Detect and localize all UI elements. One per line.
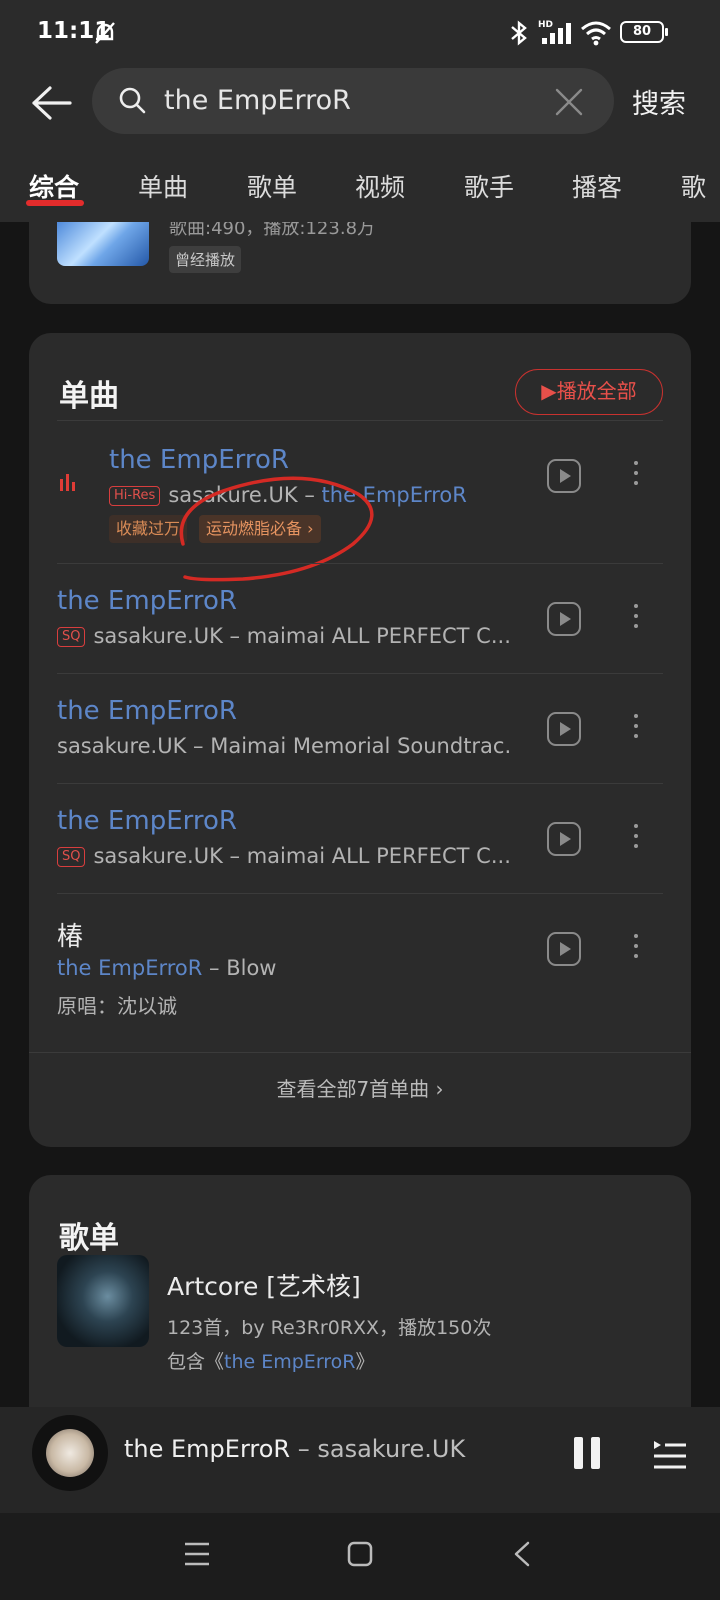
more-icon[interactable] bbox=[633, 604, 639, 632]
mv-play-button[interactable] bbox=[547, 932, 581, 966]
now-playing-artist: sasakure.UK bbox=[317, 1435, 466, 1463]
system-nav-bar bbox=[0, 1513, 720, 1600]
wifi-icon bbox=[581, 21, 611, 46]
tab-songs-label[interactable]: 单曲 bbox=[138, 168, 188, 204]
song-artist: sasakure.UK bbox=[93, 844, 223, 868]
result-tabs-front: 综合 单曲 歌单 视频 歌手 播客 歌 bbox=[0, 144, 720, 222]
view-all-label: 查看全部7首单曲 bbox=[276, 1077, 430, 1101]
song-album: Maimai Memorial Soundtrac... bbox=[210, 734, 511, 758]
includes-prefix: 包含《 bbox=[167, 1351, 225, 1373]
tab-podcasts-label[interactable]: 播客 bbox=[572, 168, 622, 204]
song-title: the EmpErroR bbox=[57, 586, 237, 616]
play-all-button[interactable]: ▶播放全部 bbox=[515, 369, 663, 415]
hd-signal-icon: HD bbox=[538, 20, 571, 44]
now-playing-title: the EmpErroR bbox=[124, 1435, 291, 1463]
song-original-artist: 原唱：沈以诚 bbox=[57, 994, 177, 1018]
includes-song: the EmpErroR bbox=[224, 1351, 356, 1373]
menu-icon[interactable] bbox=[183, 1541, 211, 1567]
song-title: the EmpErroR bbox=[57, 696, 237, 726]
chevron-right-icon: › bbox=[435, 1077, 444, 1101]
song-row[interactable]: 椿 the EmpErroR – Blow 原唱：沈以诚 bbox=[29, 894, 691, 1052]
tab-more-label[interactable]: 歌 bbox=[681, 168, 706, 204]
playlists-card: 歌单 Artcore [艺术核] 123首，by Re3Rr0RXX，播放150… bbox=[29, 1175, 691, 1435]
song-row[interactable]: the EmpErroR SQ sasakure.UK – maimai ALL … bbox=[29, 784, 691, 894]
dnd-off-icon bbox=[95, 22, 115, 44]
search-header: 搜索 bbox=[0, 64, 720, 144]
svg-text:HD: HD bbox=[538, 20, 553, 30]
more-icon[interactable] bbox=[633, 934, 639, 962]
mv-play-button[interactable] bbox=[547, 459, 581, 493]
song-subtitle: SQ sasakure.UK – maimai ALL PERFECT C... bbox=[57, 624, 511, 648]
view-all-songs-link[interactable]: 查看全部7首单曲 › bbox=[29, 1073, 691, 1102]
back-icon[interactable] bbox=[512, 1541, 532, 1567]
playlist-badge: 曾经播放 bbox=[169, 246, 242, 273]
divider bbox=[29, 1052, 691, 1053]
more-icon[interactable] bbox=[633, 714, 639, 742]
song-separator: – bbox=[202, 956, 227, 980]
section-title-songs: 单曲 bbox=[59, 379, 119, 414]
playlist-title: Artcore [艺术核] bbox=[167, 1272, 361, 1301]
home-icon[interactable] bbox=[347, 1541, 373, 1567]
song-album: maimai ALL PERFECT C... bbox=[246, 844, 511, 868]
search-input[interactable] bbox=[164, 68, 524, 134]
song-subtitle: sasakure.UK – Maimai Memorial Soundtrac.… bbox=[57, 734, 511, 758]
play-icon: ▶ bbox=[541, 379, 557, 403]
battery-icon: 80 bbox=[620, 21, 664, 43]
song-row[interactable]: the EmpErroR SQ sasakure.UK – maimai ALL … bbox=[29, 564, 691, 674]
playlist-meta: 123首，by Re3Rr0RXX，播放150次 bbox=[167, 1317, 492, 1339]
playlist-cover bbox=[57, 1255, 149, 1347]
close-icon[interactable] bbox=[554, 87, 584, 117]
now-playing-bar[interactable]: the EmpErroR – sasakure.UK bbox=[0, 1407, 720, 1513]
search-icon bbox=[119, 87, 146, 114]
battery-tip bbox=[665, 28, 668, 36]
active-tab-indicator bbox=[26, 200, 84, 206]
now-playing-separator: – bbox=[290, 1435, 318, 1463]
song-separator: – bbox=[222, 624, 247, 648]
song-separator: – bbox=[222, 844, 247, 868]
song-subtitle: SQ sasakure.UK – maimai ALL PERFECT C... bbox=[57, 844, 511, 868]
battery-level: 80 bbox=[632, 24, 652, 39]
pause-button[interactable] bbox=[574, 1437, 602, 1469]
tab-playlists-label[interactable]: 歌单 bbox=[247, 168, 297, 204]
search-box[interactable] bbox=[92, 68, 614, 134]
sq-badge: SQ bbox=[57, 847, 86, 867]
playlist-includes: 包含《the EmpErroR》 bbox=[167, 1347, 375, 1374]
song-artist: sasakure.UK bbox=[93, 624, 223, 648]
song-row[interactable]: the EmpErroR sasakure.UK – Maimai Memori… bbox=[29, 674, 691, 784]
now-playing-eq-icon bbox=[60, 474, 75, 491]
tab-artists-label[interactable]: 歌手 bbox=[464, 168, 514, 204]
hires-badge: Hi-Res bbox=[109, 486, 161, 506]
play-all-label: 播放全部 bbox=[556, 379, 637, 403]
includes-suffix: 》 bbox=[355, 1351, 375, 1373]
status-bar: 11:11 HD 80 bbox=[0, 0, 720, 64]
back-arrow-icon[interactable] bbox=[28, 80, 74, 126]
song-artist: sasakure.UK bbox=[57, 734, 187, 758]
songs-card: 单曲 ▶播放全部 the EmpErroR Hi-Res sasakure.UK … bbox=[29, 333, 691, 1147]
album-disc[interactable] bbox=[32, 1415, 108, 1491]
now-playing-text: the EmpErroR – sasakure.UK bbox=[124, 1435, 465, 1463]
bluetooth-icon bbox=[511, 20, 527, 46]
mv-play-button[interactable] bbox=[547, 822, 581, 856]
song-separator: – bbox=[186, 734, 211, 758]
more-icon[interactable] bbox=[633, 461, 639, 489]
mv-play-button[interactable] bbox=[547, 712, 581, 746]
search-button[interactable]: 搜索 bbox=[632, 82, 686, 121]
tab-all-label[interactable]: 综合 bbox=[29, 168, 79, 204]
more-icon[interactable] bbox=[633, 824, 639, 852]
mv-play-button[interactable] bbox=[547, 602, 581, 636]
playlist-item[interactable]: Artcore [艺术核] 123首，by Re3Rr0RXX，播放150次 包… bbox=[29, 1175, 691, 1435]
song-title: the EmpErroR bbox=[57, 806, 237, 836]
tab-videos-label[interactable]: 视频 bbox=[355, 168, 405, 204]
playlist-queue-icon[interactable] bbox=[652, 1437, 688, 1471]
song-album: maimai ALL PERFECT C... bbox=[246, 624, 511, 648]
song-album: Blow bbox=[226, 956, 277, 980]
album-art bbox=[46, 1429, 94, 1477]
song-artist: the EmpErroR bbox=[57, 956, 203, 980]
song-subtitle: the EmpErroR – Blow bbox=[57, 956, 511, 980]
song-title: 椿 bbox=[57, 922, 84, 952]
sq-badge: SQ bbox=[57, 627, 86, 647]
